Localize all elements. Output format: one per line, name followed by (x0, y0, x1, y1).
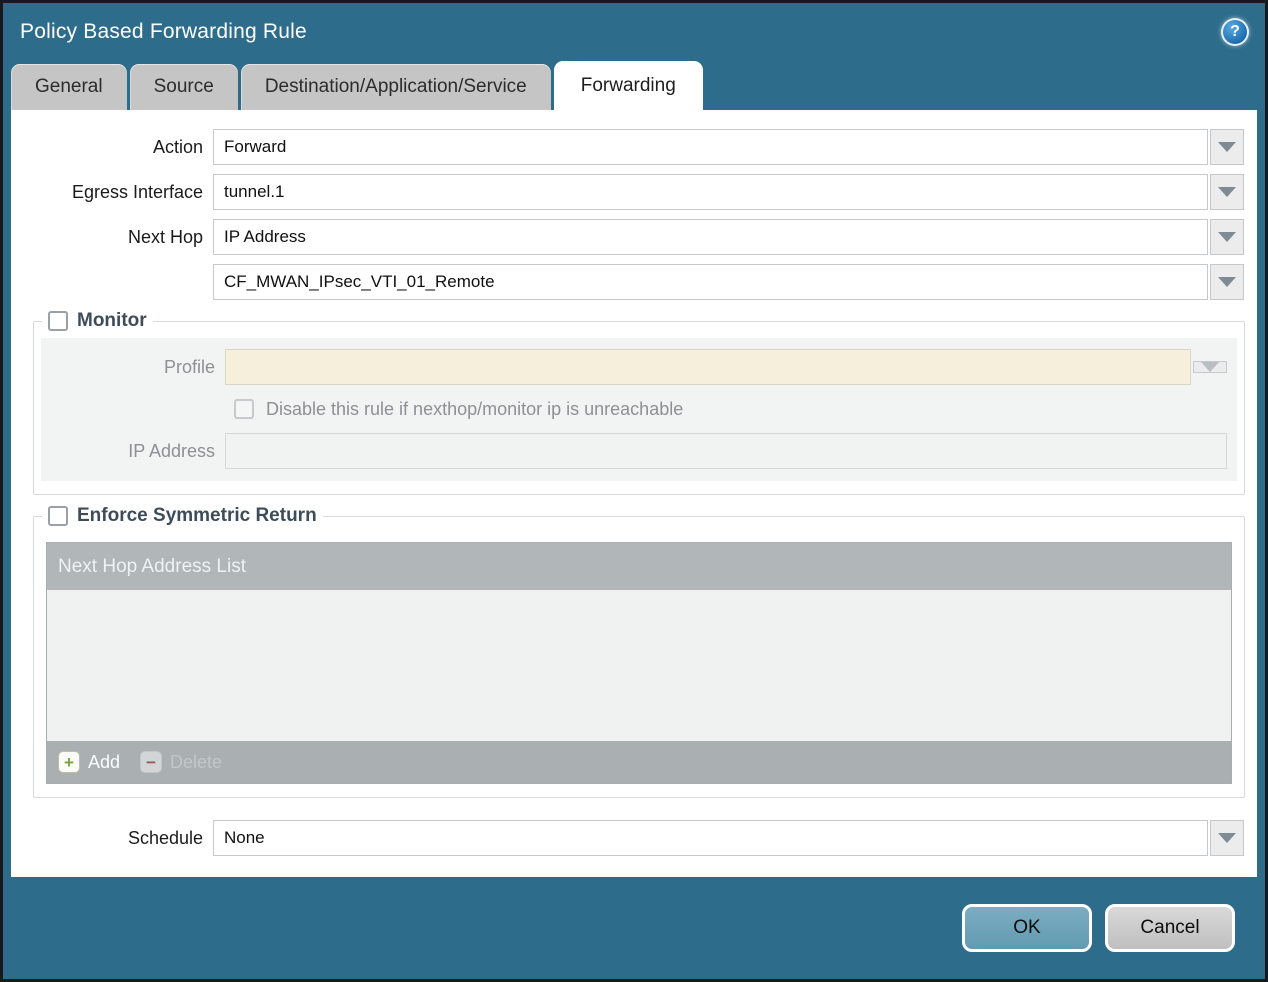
enforce-symmetric-return-legend: Enforce Symmetric Return (42, 505, 323, 527)
action-label: Action (152, 136, 203, 157)
delete-button-label: Delete (170, 751, 223, 772)
profile-label: Profile (163, 356, 215, 377)
next-hop-type-select[interactable]: IP Address (213, 219, 1244, 255)
monitor-legend: Monitor (42, 310, 153, 332)
delete-button: − Delete (140, 751, 222, 773)
profile-value (225, 349, 1191, 385)
next-hop-label: Next Hop (127, 226, 203, 247)
disable-rule-row: Disable this rule if nexthop/monitor ip … (234, 394, 1232, 424)
tab-general[interactable]: General (11, 64, 127, 110)
egress-interface-value[interactable]: tunnel.1 (213, 174, 1208, 210)
egress-interface-select[interactable]: tunnel.1 (213, 174, 1244, 210)
monitor-group: Monitor Profile Disable this rule if nex… (33, 310, 1245, 495)
monitor-panel: Profile Disable this rule if nexthop/mon… (41, 338, 1237, 481)
next-hop-address-select[interactable]: CF_MWAN_IPsec_VTI_01_Remote (213, 264, 1244, 300)
dialog-title: Policy Based Forwarding Rule (20, 20, 307, 43)
profile-row: Profile (41, 349, 1232, 385)
chevron-down-icon (1218, 142, 1236, 152)
egress-interface-label: Egress Interface (71, 181, 203, 202)
disable-rule-checkbox (234, 399, 254, 419)
enforce-symmetric-return-group: Enforce Symmetric Return Next Hop Addres… (33, 505, 1245, 798)
action-select[interactable]: Forward (213, 129, 1244, 165)
monitor-checkbox[interactable] (48, 311, 68, 331)
monitor-legend-label: Monitor (77, 310, 147, 331)
egress-interface-row: Egress Interface tunnel.1 (11, 174, 1244, 210)
schedule-row: Schedule None (11, 820, 1244, 856)
delete-icon: − (140, 751, 163, 773)
chevron-down-icon (1218, 833, 1236, 843)
dialog-titlebar: Policy Based Forwarding Rule ? (3, 3, 1265, 61)
next-hop-row: Next Hop IP Address (11, 219, 1244, 255)
schedule-select[interactable]: None (213, 820, 1244, 856)
enforce-symmetric-return-legend-label: Enforce Symmetric Return (77, 505, 317, 526)
next-hop-dropdown-button[interactable] (1210, 219, 1244, 255)
enforce-symmetric-return-checkbox[interactable] (48, 506, 68, 526)
help-icon[interactable]: ? (1221, 18, 1249, 46)
add-button-label: Add (88, 751, 121, 772)
next-hop-address-list-toolbar: + Add − Delete (47, 741, 1231, 783)
next-hop-address-value[interactable]: CF_MWAN_IPsec_VTI_01_Remote (213, 264, 1208, 300)
tab-bar: General Source Destination/Application/S… (3, 61, 1265, 110)
next-hop-address-dropdown-button[interactable] (1210, 264, 1244, 300)
schedule-value[interactable]: None (213, 820, 1208, 856)
next-hop-address-list-table: Next Hop Address List + Add − Delete (46, 542, 1232, 784)
egress-interface-dropdown-button[interactable] (1210, 174, 1244, 210)
tab-destination-application-service[interactable]: Destination/Application/Service (240, 64, 551, 110)
schedule-dropdown-button[interactable] (1210, 820, 1244, 856)
dialog-footer: OK Cancel (3, 877, 1265, 952)
profile-dropdown-button (1193, 361, 1227, 373)
monitor-ip-address-row: IP Address (41, 433, 1232, 469)
forwarding-tab-panel: Action Forward Egress Interface tunnel.1… (11, 110, 1257, 877)
next-hop-type-value[interactable]: IP Address (213, 219, 1208, 255)
next-hop-address-list-body[interactable] (47, 590, 1231, 741)
tab-source[interactable]: Source (129, 64, 238, 110)
add-icon: + (58, 751, 80, 773)
monitor-ip-address-input (225, 433, 1227, 469)
chevron-down-icon (1201, 362, 1219, 372)
chevron-down-icon (1218, 232, 1236, 242)
tab-forwarding[interactable]: Forwarding (553, 61, 703, 110)
cancel-button[interactable]: Cancel (1105, 904, 1235, 952)
schedule-label: Schedule (127, 827, 203, 848)
ok-button[interactable]: OK (962, 904, 1092, 952)
action-row: Action Forward (11, 129, 1244, 165)
action-dropdown-button[interactable] (1210, 129, 1244, 165)
add-button[interactable]: + Add (58, 751, 120, 773)
action-value[interactable]: Forward (213, 129, 1208, 165)
next-hop-address-row: CF_MWAN_IPsec_VTI_01_Remote (11, 264, 1244, 300)
chevron-down-icon (1218, 187, 1236, 197)
monitor-ip-address-label: IP Address (128, 440, 215, 461)
chevron-down-icon (1218, 277, 1236, 287)
next-hop-address-list-header: Next Hop Address List (47, 543, 1231, 590)
disable-rule-label: Disable this rule if nexthop/monitor ip … (266, 398, 684, 419)
